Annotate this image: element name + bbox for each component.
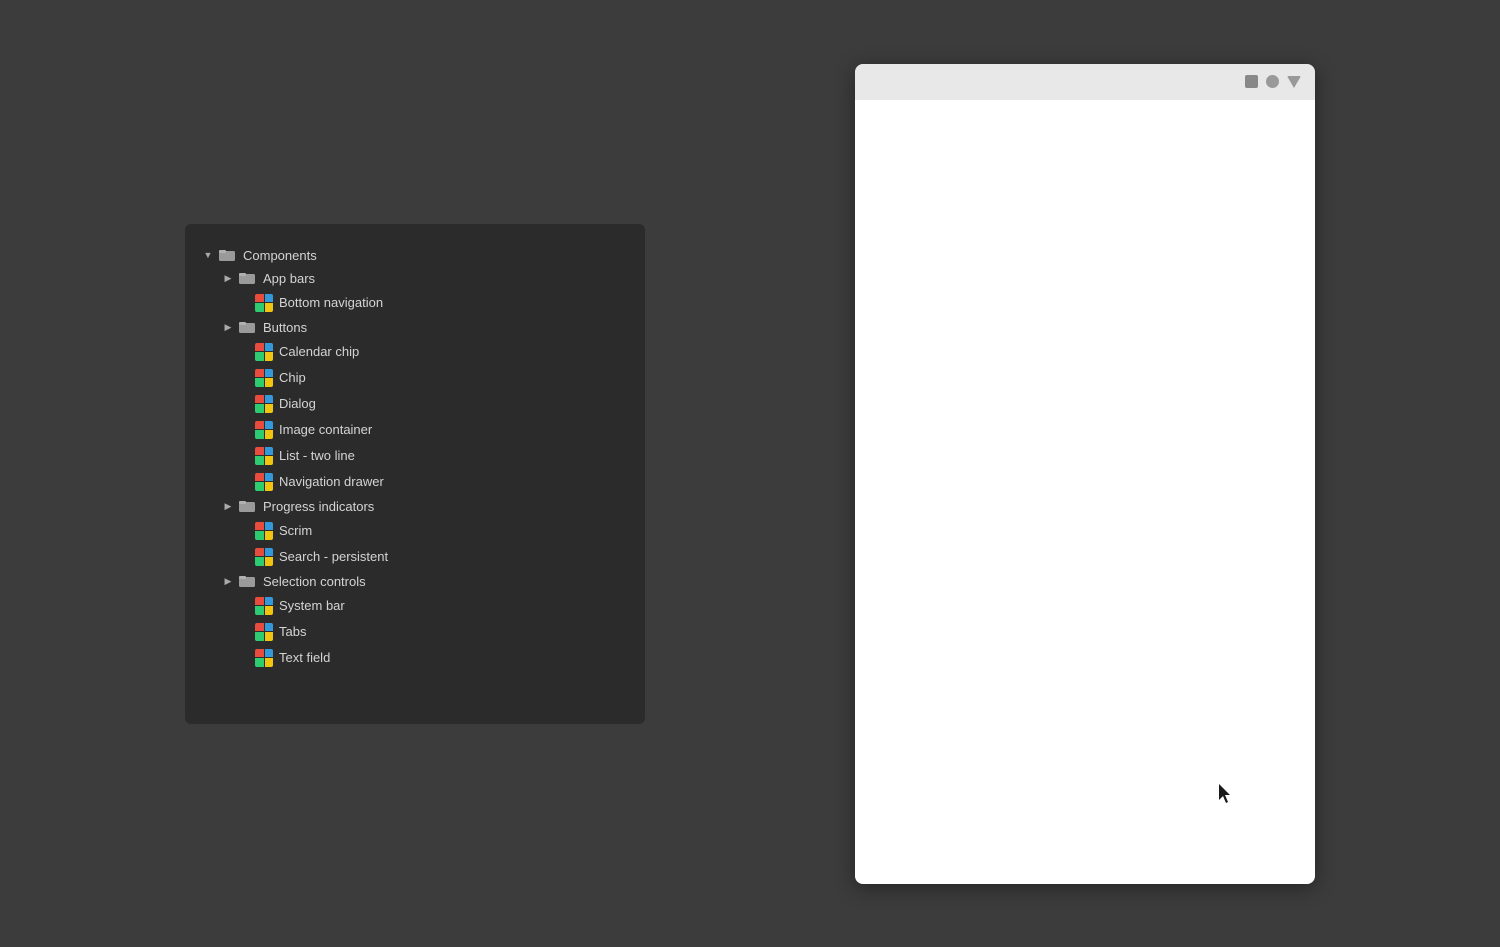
scrim-icon [255, 522, 273, 540]
tree-item-selection-controls[interactable]: ▶ Selection controls [195, 570, 635, 593]
text-field-icon [255, 649, 273, 667]
tree-item-text-field[interactable]: Text field [195, 645, 635, 671]
tree-item-buttons[interactable]: ▶ Buttons [195, 316, 635, 339]
titlebar-square-btn[interactable] [1245, 75, 1258, 88]
tree-item-calendar-chip[interactable]: Calendar chip [195, 339, 635, 365]
progress-indicators-label: Progress indicators [263, 499, 374, 514]
scrim-label: Scrim [279, 523, 312, 538]
tree-item-app-bars[interactable]: ▶ App bars [195, 267, 635, 290]
tree-item-navigation-drawer[interactable]: Navigation drawer [195, 469, 635, 495]
bottom-navigation-icon [255, 294, 273, 312]
root-arrow: ▼ [201, 248, 215, 262]
list-two-line-icon [255, 447, 273, 465]
root-folder-icon [219, 248, 237, 262]
tree-item-tabs[interactable]: Tabs [195, 619, 635, 645]
app-bars-folder-icon [239, 271, 257, 285]
titlebar-circle-btn[interactable] [1266, 75, 1279, 88]
tree-item-list-two-line[interactable]: List - two line [195, 443, 635, 469]
progress-indicators-folder-icon [239, 499, 257, 513]
image-container-label: Image container [279, 422, 372, 437]
selection-controls-label: Selection controls [263, 574, 366, 589]
dialog-icon [255, 395, 273, 413]
selection-controls-arrow: ▶ [221, 574, 235, 588]
tree-item-chip[interactable]: Chip [195, 365, 635, 391]
calendar-chip-label: Calendar chip [279, 344, 359, 359]
calendar-chip-icon [255, 343, 273, 361]
text-field-label: Text field [279, 650, 330, 665]
system-bar-icon [255, 597, 273, 615]
cursor-icon [1219, 784, 1235, 804]
tabs-label: Tabs [279, 624, 306, 639]
tree-item-scrim[interactable]: Scrim [195, 518, 635, 544]
bottom-navigation-label: Bottom navigation [279, 295, 383, 310]
tree-item-image-container[interactable]: Image container [195, 417, 635, 443]
app-bars-arrow: ▶ [221, 271, 235, 285]
selection-controls-folder-icon [239, 574, 257, 588]
dialog-label: Dialog [279, 396, 316, 411]
search-persistent-icon [255, 548, 273, 566]
tree-item-system-bar[interactable]: System bar [195, 593, 635, 619]
list-two-line-label: List - two line [279, 448, 355, 463]
image-container-icon [255, 421, 273, 439]
root-label: Components [243, 248, 317, 263]
tree-item-dialog[interactable]: Dialog [195, 391, 635, 417]
preview-content [855, 100, 1315, 884]
chip-label: Chip [279, 370, 306, 385]
tree-item-progress-indicators[interactable]: ▶ Progress indicators [195, 495, 635, 518]
system-bar-label: System bar [279, 598, 345, 613]
buttons-arrow: ▶ [221, 320, 235, 334]
titlebar-triangle-btn[interactable] [1287, 76, 1301, 88]
tabs-icon [255, 623, 273, 641]
search-persistent-label: Search - persistent [279, 549, 388, 564]
chip-icon [255, 369, 273, 387]
buttons-label: Buttons [263, 320, 307, 335]
buttons-folder-icon [239, 320, 257, 334]
tree-item-bottom-navigation[interactable]: Bottom navigation [195, 290, 635, 316]
tree-root[interactable]: ▼ Components [195, 244, 635, 267]
navigation-drawer-icon [255, 473, 273, 491]
tree-item-search-persistent[interactable]: Search - persistent [195, 544, 635, 570]
tree-panel: ▼ Components ▶ App bars Bottom navigatio… [185, 224, 645, 724]
progress-indicators-arrow: ▶ [221, 499, 235, 513]
preview-panel [855, 64, 1315, 884]
navigation-drawer-label: Navigation drawer [279, 474, 384, 489]
preview-titlebar [855, 64, 1315, 100]
app-bars-label: App bars [263, 271, 315, 286]
